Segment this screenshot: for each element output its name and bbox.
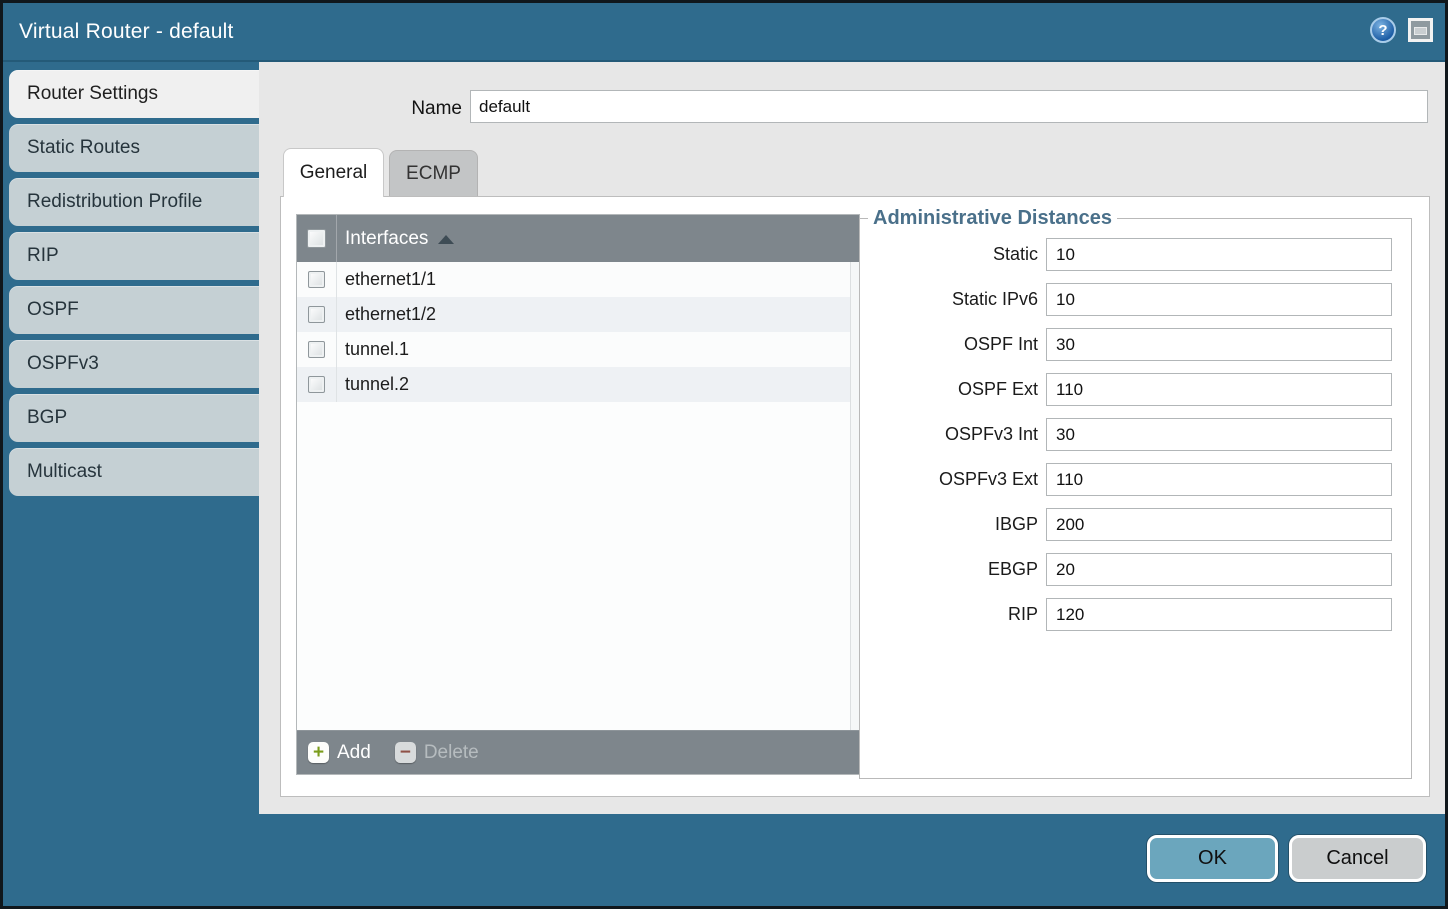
row-checkbox[interactable] <box>308 341 325 358</box>
interface-name: tunnel.2 <box>345 374 409 395</box>
tab-ecmp[interactable]: ECMP <box>389 150 478 196</box>
name-label: Name <box>362 98 462 120</box>
sidebar-item-label: BGP <box>27 407 67 429</box>
distance-field-row: EBGP <box>860 553 1411 586</box>
distance-input[interactable] <box>1046 418 1392 451</box>
interfaces-table-body: ethernet1/1 ethernet1/2 tunnel.1 <box>297 262 859 730</box>
select-all-checkbox[interactable] <box>307 229 326 248</box>
sidebar-item[interactable]: RIP <box>9 232 259 280</box>
sidebar-item-label: Router Settings <box>27 83 158 105</box>
sidebar-item[interactable]: Redistribution Profile <box>9 178 259 226</box>
delete-button-label: Delete <box>424 742 479 764</box>
window-restore-icon[interactable] <box>1408 18 1433 42</box>
table-row[interactable]: tunnel.2 <box>297 367 859 402</box>
distance-field-row: OSPFv3 Int <box>860 418 1411 451</box>
window-restore-inner <box>1414 27 1427 35</box>
distance-field-row: RIP <box>860 598 1411 631</box>
dialog-title: Virtual Router - default <box>19 20 234 44</box>
sidebar-item-label: Redistribution Profile <box>27 191 202 213</box>
row-checkbox[interactable] <box>308 306 325 323</box>
distance-field-row: OSPF Ext <box>860 373 1411 406</box>
row-checkbox[interactable] <box>308 376 325 393</box>
distance-field-row: Static IPv6 <box>860 283 1411 316</box>
distance-field-label: Static IPv6 <box>860 289 1046 310</box>
distance-field-label: IBGP <box>860 514 1046 535</box>
interface-name: tunnel.1 <box>345 339 409 360</box>
ok-button[interactable]: OK <box>1147 835 1278 882</box>
titlebar-icons: ? <box>1370 17 1433 43</box>
table-scrollbar[interactable] <box>850 262 859 730</box>
sidebar-item[interactable]: OSPFv3 <box>9 340 259 388</box>
row-checkbox-cell <box>297 262 337 297</box>
sidebar-item-label: OSPF <box>27 299 79 321</box>
add-icon: + <box>308 742 329 763</box>
administrative-distances-fieldset: Administrative Distances Static Static I… <box>859 207 1412 779</box>
interfaces-column-header: Interfaces <box>345 228 428 250</box>
distance-input[interactable] <box>1046 238 1392 271</box>
tab-general-label: General <box>300 162 368 184</box>
distance-field-label: RIP <box>860 604 1046 625</box>
distance-field-label: EBGP <box>860 559 1046 580</box>
help-glyph: ? <box>1378 22 1387 39</box>
distance-field-row: OSPFv3 Ext <box>860 463 1411 496</box>
distance-field-label: OSPF Int <box>860 334 1046 355</box>
distance-field-row: Static <box>860 238 1411 271</box>
sidebar-item-label: OSPFv3 <box>27 353 99 375</box>
sidebar: Router Settings Static Routes Redistribu… <box>9 70 259 502</box>
sidebar-item[interactable]: Router Settings <box>9 70 259 118</box>
distance-input[interactable] <box>1046 598 1392 631</box>
add-button-label: Add <box>337 742 371 764</box>
distance-input[interactable] <box>1046 373 1392 406</box>
row-checkbox-cell <box>297 332 337 367</box>
row-checkbox[interactable] <box>308 271 325 288</box>
sidebar-item[interactable]: OSPF <box>9 286 259 334</box>
help-icon[interactable]: ? <box>1370 17 1396 43</box>
add-button[interactable]: + Add <box>308 742 371 764</box>
delete-button[interactable]: − Delete <box>395 742 479 764</box>
interface-name: ethernet1/2 <box>345 304 436 325</box>
distance-field-label: OSPFv3 Ext <box>860 469 1046 490</box>
sidebar-item[interactable]: Multicast <box>9 448 259 496</box>
select-all-cell <box>297 215 337 262</box>
interfaces-table-header[interactable]: Interfaces <box>297 215 859 262</box>
table-toolbar: + Add − Delete <box>297 730 859 774</box>
row-checkbox-cell <box>297 367 337 402</box>
distance-field-label: Static <box>860 244 1046 265</box>
row-checkbox-cell <box>297 297 337 332</box>
cancel-button[interactable]: Cancel <box>1289 835 1426 882</box>
table-row[interactable]: tunnel.1 <box>297 332 859 367</box>
distance-input[interactable] <box>1046 283 1392 316</box>
distance-field-row: IBGP <box>860 508 1411 541</box>
distance-input[interactable] <box>1046 508 1392 541</box>
sort-ascending-icon <box>438 235 454 244</box>
sidebar-item-label: Multicast <box>27 461 102 483</box>
distance-input[interactable] <box>1046 553 1392 586</box>
name-input[interactable] <box>470 90 1428 123</box>
interface-name: ethernet1/1 <box>345 269 436 290</box>
administrative-distances-legend: Administrative Distances <box>868 207 1117 230</box>
sidebar-item[interactable]: BGP <box>9 394 259 442</box>
content-area: Name General ECMP Interfaces <box>259 62 1445 814</box>
general-tab-panel: Interfaces ethernet1/1 <box>280 196 1430 797</box>
delete-icon: − <box>395 742 416 763</box>
distance-field-label: OSPFv3 Int <box>860 424 1046 445</box>
distance-input[interactable] <box>1046 463 1392 496</box>
table-row[interactable]: ethernet1/2 <box>297 297 859 332</box>
distance-input[interactable] <box>1046 328 1392 361</box>
table-row[interactable]: ethernet1/1 <box>297 262 859 297</box>
titlebar: Virtual Router - default ? <box>3 3 1445 62</box>
distance-field-row: OSPF Int <box>860 328 1411 361</box>
sidebar-item[interactable]: Static Routes <box>9 124 259 172</box>
tab-ecmp-label: ECMP <box>406 163 461 185</box>
sidebar-item-label: Static Routes <box>27 137 140 159</box>
sidebar-item-label: RIP <box>27 245 59 267</box>
tab-general[interactable]: General <box>283 148 384 197</box>
interfaces-table: Interfaces ethernet1/1 <box>296 214 860 775</box>
distance-field-label: OSPF Ext <box>860 379 1046 400</box>
